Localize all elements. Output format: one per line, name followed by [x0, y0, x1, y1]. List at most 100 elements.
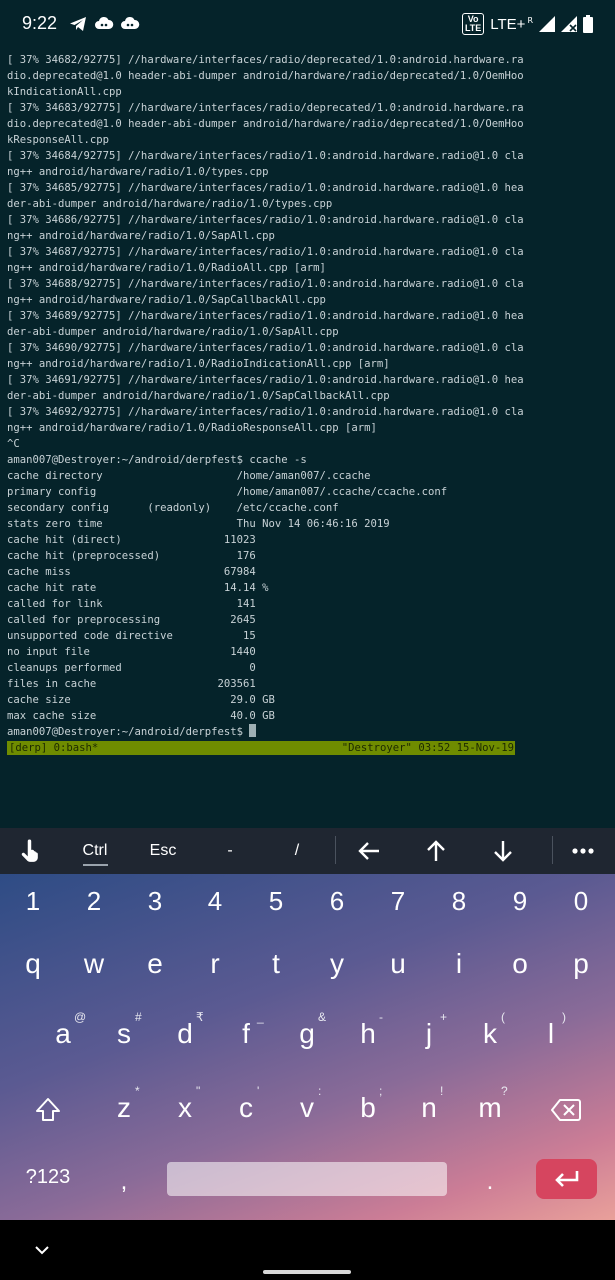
period-key[interactable]: .: [478, 1168, 502, 1196]
key-a[interactable]: a @: [48, 1010, 86, 1050]
terminal-line: ^C: [7, 438, 20, 450]
signal-icon: [539, 16, 555, 32]
roaming-indicator: R: [527, 15, 533, 25]
key-w[interactable]: w: [79, 948, 109, 980]
dash-key[interactable]: -: [210, 828, 250, 874]
key-8[interactable]: 8: [444, 886, 474, 917]
tmux-status-bar: [derp] 0:bash* "Destroyer" 03:52 15-Nov-…: [7, 741, 515, 755]
key-d[interactable]: d ₹: [170, 1010, 203, 1050]
key-t[interactable]: t: [261, 948, 291, 980]
esc-key[interactable]: Esc: [138, 828, 188, 874]
terminal-line: no input file 1440: [7, 646, 256, 658]
home-gesture-pill[interactable]: [263, 1270, 351, 1274]
key-x[interactable]: x ": [170, 1084, 200, 1124]
terminal-prompt-line[interactable]: aman007@Destroyer:~/android/derpfest$: [7, 724, 607, 740]
key-3[interactable]: 3: [140, 886, 170, 917]
terminal-line: called for preprocessing 2645: [7, 614, 256, 626]
terminal-line: aman007@Destroyer:~/android/derpfest$ cc…: [7, 454, 307, 466]
terminal-output[interactable]: [ 37% 34682/92775] //hardware/interfaces…: [7, 52, 607, 742]
key-r[interactable]: r: [200, 948, 230, 980]
ctrl-active-indicator: [83, 864, 108, 866]
terminal-line: max cache size 40.0 GB: [7, 710, 275, 722]
key-2[interactable]: 2: [79, 886, 109, 917]
status-icons: Vo LTE LTE+ R: [461, 12, 593, 36]
terminal-line: ng++ android/hardware/radio/1.0/RadioRes…: [7, 422, 377, 434]
status-bar: 9:22 Vo LTE LTE+ R: [0, 0, 615, 48]
symbols-key[interactable]: ?123: [18, 1166, 78, 1189]
terminal-line: [ 37% 34690/92775] //hardware/interfaces…: [7, 342, 524, 354]
clock: 9:22: [22, 13, 58, 33]
key-7[interactable]: 7: [383, 886, 413, 917]
text-cursor: [249, 724, 257, 737]
soft-keyboard: 1 2 3 4 5 6 7 8 9 0 q w e r t y u i o p …: [0, 874, 615, 1220]
key-s[interactable]: s #: [109, 1010, 142, 1050]
terminal-line: der-abi-dumper android/hardware/radio/1.…: [7, 198, 333, 210]
slash-key[interactable]: /: [277, 828, 317, 874]
terminal-line: [ 37% 34683/92775] //hardware/interfaces…: [7, 102, 524, 114]
terminal-line: [ 37% 34689/92775] //hardware/interfaces…: [7, 310, 524, 322]
key-k[interactable]: k(: [475, 1010, 505, 1050]
key-9[interactable]: 9: [505, 886, 535, 917]
ctrl-key[interactable]: Ctrl: [70, 828, 120, 874]
key-4[interactable]: 4: [200, 886, 230, 917]
terminal-extra-keys: Ctrl Esc - /: [0, 828, 615, 874]
space-bar[interactable]: [167, 1162, 447, 1196]
terminal-line: kResponseAll.cpp: [7, 134, 110, 146]
key-0[interactable]: 0: [566, 886, 596, 917]
key-1[interactable]: 1: [18, 886, 48, 917]
key-m[interactable]: m?: [475, 1084, 507, 1124]
terminal-line: der-abi-dumper android/hardware/radio/1.…: [7, 326, 339, 338]
terminal-line: [ 37% 34687/92775] //hardware/interfaces…: [7, 246, 524, 258]
backspace-icon[interactable]: [551, 1098, 581, 1122]
terminal-line: kIndicationAll.cpp: [7, 86, 122, 98]
key-5[interactable]: 5: [261, 886, 291, 917]
arrow-left-icon[interactable]: [357, 840, 381, 862]
key-l[interactable]: l): [536, 1010, 566, 1050]
terminal-line: unsupported code directive 15: [7, 630, 256, 642]
terminal-line: ng++ android/hardware/radio/1.0/SapAll.c…: [7, 230, 275, 242]
touch-hand-icon[interactable]: [18, 838, 44, 864]
telegram-icon: [70, 17, 86, 31]
arrow-down-icon[interactable]: [491, 839, 515, 863]
key-u[interactable]: u: [383, 948, 413, 980]
key-p[interactable]: p: [566, 948, 596, 980]
tmux-host-time: "Destroyer" 03:52 15-Nov-19: [341, 742, 514, 754]
key-z[interactable]: z *: [109, 1084, 140, 1124]
key-n[interactable]: n!: [414, 1084, 444, 1124]
key-f[interactable]: f _: [231, 1010, 264, 1050]
terminal-line: ng++ android/hardware/radio/1.0/RadioInd…: [7, 358, 390, 370]
arrow-up-icon[interactable]: [424, 839, 448, 863]
more-horizontal-icon[interactable]: [572, 847, 594, 855]
terminal-line: [ 37% 34688/92775] //hardware/interfaces…: [7, 278, 524, 290]
no-signal-icon: [561, 16, 577, 32]
key-h[interactable]: h-: [353, 1010, 383, 1050]
key-o[interactable]: o: [505, 948, 535, 980]
terminal-line: cache hit rate 14.14 %: [7, 582, 269, 594]
battery-icon: [583, 15, 593, 33]
terminal-line: cache size 29.0 GB: [7, 694, 275, 706]
network-type: LTE+: [490, 15, 526, 33]
divider: [335, 836, 336, 864]
key-e[interactable]: e: [140, 948, 170, 980]
terminal-line: dio.deprecated@1.0 header-abi-dumper and…: [7, 118, 524, 130]
key-b[interactable]: b;: [353, 1084, 383, 1124]
cloud-sync-icon: [121, 16, 140, 29]
key-y[interactable]: y: [322, 948, 352, 980]
chevron-down-icon[interactable]: [34, 1244, 50, 1256]
terminal-line: primary config /home/aman007/.ccache/cca…: [7, 486, 448, 498]
volte-badge: Vo LTE: [461, 13, 485, 35]
terminal-line: cache miss 67984: [7, 566, 256, 578]
key-v[interactable]: v:: [292, 1084, 322, 1124]
comma-key[interactable]: ,: [112, 1168, 136, 1196]
enter-button[interactable]: [536, 1159, 597, 1199]
key-c[interactable]: c ': [231, 1084, 261, 1124]
navigation-bar: [0, 1220, 615, 1280]
shift-icon[interactable]: [34, 1096, 62, 1124]
terminal-line: cache directory /home/aman007/.ccache: [7, 470, 371, 482]
terminal-line: called for link 141: [7, 598, 256, 610]
key-6[interactable]: 6: [322, 886, 352, 917]
key-q[interactable]: q: [18, 948, 48, 980]
key-j[interactable]: j +: [414, 1010, 447, 1050]
key-i[interactable]: i: [444, 948, 474, 980]
key-g[interactable]: g &: [292, 1010, 326, 1050]
